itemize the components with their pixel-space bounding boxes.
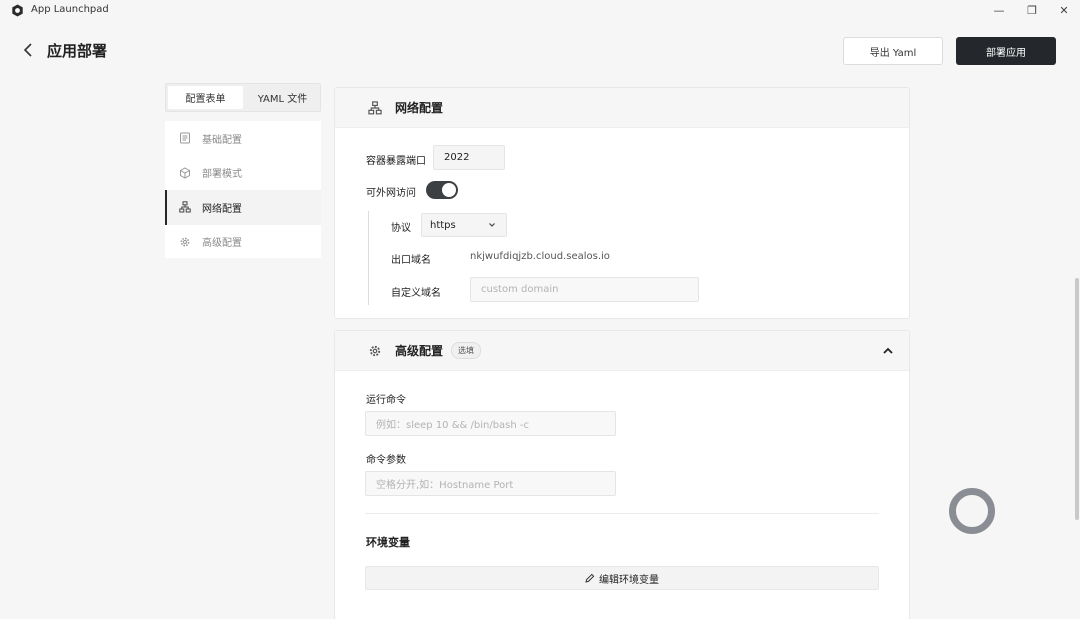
chevron-up-icon[interactable]: [881, 344, 895, 358]
minimize-button[interactable]: —: [991, 3, 1007, 17]
nav-item-network[interactable]: 网络配置: [165, 190, 321, 225]
protocol-value: https: [430, 219, 456, 231]
pencil-icon: [585, 573, 595, 583]
nav-item-deploy-mode[interactable]: 部署模式: [165, 156, 321, 191]
app-title: App Launchpad: [31, 4, 109, 15]
nav-label: 高级配置: [202, 238, 242, 250]
config-mode-tabs: 配置表单 YAML 文件: [165, 83, 321, 112]
close-button[interactable]: ✕: [1056, 3, 1072, 17]
command-args-placeholder: 空格分开,如：Hostname Port: [376, 480, 514, 491]
network-config-title: 网络配置: [395, 101, 444, 115]
cube-icon: [179, 167, 191, 179]
public-access-toggle[interactable]: [426, 181, 458, 199]
deploy-app-button[interactable]: 部署应用: [956, 37, 1056, 65]
domain-value: nkjwufdiqjzb.cloud.sealos.io: [470, 251, 610, 262]
section-nav: 基础配置 部署模式 网络配置 高级配置: [165, 121, 321, 258]
advanced-config-header[interactable]: 高级配置 选填: [335, 331, 909, 371]
export-yaml-button[interactable]: 导出 Yaml: [843, 37, 943, 65]
title-bar: App Launchpad — ❐ ✕: [0, 0, 1080, 22]
advanced-config-card: 高级配置 选填 运行命令 例如：sleep 10 && /bin/bash -c…: [334, 330, 910, 619]
protocol-label: 协议: [391, 223, 411, 234]
floating-ring-button[interactable]: [949, 488, 995, 534]
custom-domain-input[interactable]: custom domain: [470, 277, 699, 302]
public-access-label: 可外网访问: [366, 188, 416, 199]
optional-badge: 选填: [451, 342, 482, 359]
command-args-label: 命令参数: [366, 455, 406, 466]
app-logo-icon: [12, 4, 23, 17]
network-icon: [179, 201, 191, 213]
custom-domain-label: 自定义域名: [391, 288, 441, 299]
back-arrow-icon[interactable]: [20, 40, 36, 60]
restore-button[interactable]: ❐: [1024, 3, 1040, 17]
nav-label: 网络配置: [202, 203, 242, 215]
indent-line: [368, 211, 369, 305]
custom-domain-placeholder: custom domain: [481, 284, 559, 295]
protocol-select[interactable]: https: [421, 213, 507, 237]
tab-yaml-file[interactable]: YAML 文件: [245, 84, 320, 111]
advanced-config-title: 高级配置: [395, 344, 444, 358]
run-command-placeholder: 例如：sleep 10 && /bin/bash -c: [376, 420, 530, 431]
section-divider: [365, 513, 879, 514]
toggle-knob: [442, 183, 456, 197]
chevron-down-icon: [489, 223, 495, 227]
nav-label: 部署模式: [202, 169, 242, 181]
nav-item-basic[interactable]: 基础配置: [165, 121, 321, 156]
edit-env-vars-label: 编辑环境变量: [599, 574, 659, 586]
tab-config-form[interactable]: 配置表单: [168, 86, 243, 109]
port-input[interactable]: 2022: [433, 145, 505, 170]
gear-icon: [179, 236, 191, 248]
env-vars-title: 环境变量: [366, 536, 410, 549]
port-label: 容器暴露端口: [366, 156, 426, 167]
network-config-header: 网络配置: [335, 88, 909, 128]
document-icon: [179, 132, 191, 144]
network-config-card: 网络配置 容器暴露端口 2022 可外网访问 协议 https 出口域名 nkj…: [334, 87, 910, 319]
run-command-label: 运行命令: [366, 395, 406, 406]
nav-item-advanced[interactable]: 高级配置: [165, 225, 321, 260]
network-icon: [368, 100, 382, 115]
edit-env-vars-button[interactable]: 编辑环境变量: [365, 566, 879, 590]
nav-label: 基础配置: [202, 134, 242, 146]
run-command-input[interactable]: 例如：sleep 10 && /bin/bash -c: [365, 411, 616, 436]
domain-label: 出口域名: [391, 255, 431, 266]
gear-icon: [368, 344, 382, 358]
command-args-input[interactable]: 空格分开,如：Hostname Port: [365, 471, 616, 496]
page-title: 应用部署: [47, 42, 108, 60]
scrollbar[interactable]: [1075, 278, 1079, 520]
